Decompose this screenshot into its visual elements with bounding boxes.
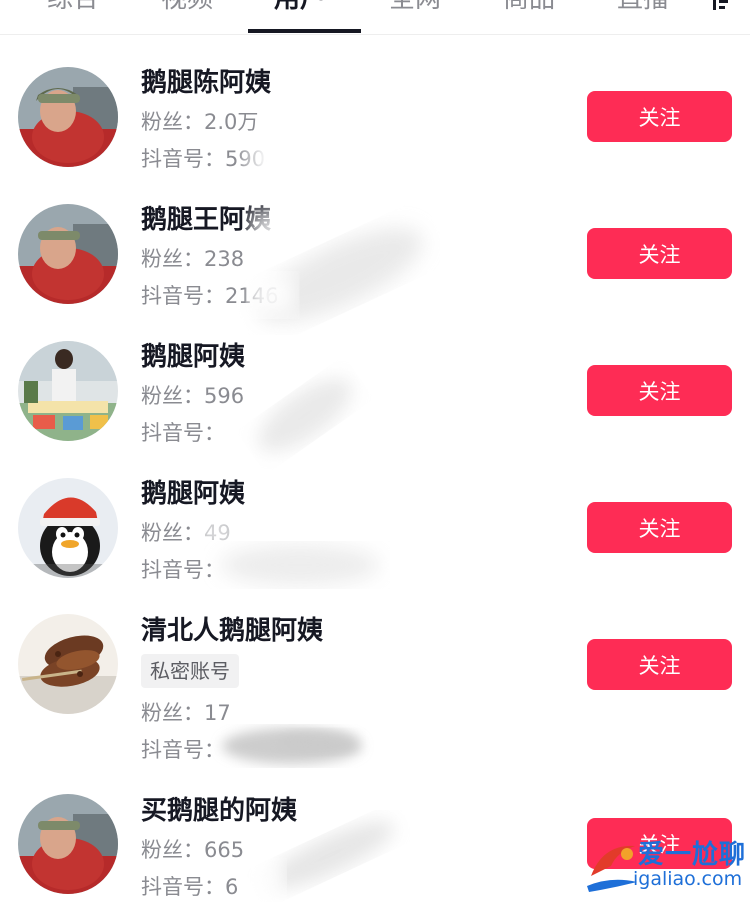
watermark-url: igaliao.com	[633, 868, 743, 890]
douyin-id: 抖音号：	[141, 421, 225, 445]
follow-button[interactable]: 关注	[587, 228, 732, 279]
fans-count: 粉丝：2.0万	[141, 110, 259, 134]
douyin-id: 抖音号：	[141, 558, 225, 582]
id-blur	[258, 378, 352, 452]
tab-live[interactable]: 直播	[617, 0, 669, 16]
follow-button[interactable]: 关注	[587, 365, 732, 416]
tab-users[interactable]: 用户	[274, 0, 326, 16]
cartoon-penguin-avatar[interactable]	[18, 478, 118, 578]
woman-red-jacket-avatar[interactable]	[18, 204, 118, 304]
fans-count: 粉丝：665	[141, 838, 245, 862]
tab-videos[interactable]: 视频	[161, 0, 213, 16]
grilled-meat-avatar[interactable]	[18, 614, 118, 714]
user-name[interactable]: 清北人鹅腿阿姨	[141, 610, 323, 647]
user-name[interactable]: 鹅腿王阿姨	[141, 199, 271, 236]
fans-count: 粉丝：238	[141, 247, 245, 271]
active-tab-indicator	[248, 29, 361, 33]
watermark-text: 爱一尬聊	[638, 840, 747, 870]
douyin-id: 抖音号：5904	[141, 147, 279, 171]
user-name[interactable]: 鹅腿陈阿姨	[141, 62, 271, 99]
tab-products[interactable]: 商品	[503, 0, 555, 16]
follow-button[interactable]: 关注	[587, 502, 732, 553]
tab-comprehensive[interactable]: 综合	[47, 0, 99, 16]
site-watermark: 爱一尬聊 igaliao.com	[583, 832, 748, 898]
user-name[interactable]: 鹅腿阿姨	[141, 336, 245, 373]
douyin-id: 抖音号：2146	[141, 284, 279, 308]
user-name[interactable]: 鹅腿阿姨	[141, 473, 245, 510]
id-blur	[195, 515, 380, 585]
user-name[interactable]: 买鹅腿的阿姨	[141, 790, 297, 827]
douyin-id: 抖音号：6	[141, 875, 239, 899]
follow-button[interactable]: 关注	[587, 639, 732, 690]
private-account-tag: 私密账号	[141, 654, 239, 688]
woman-red-jacket-avatar[interactable]	[18, 67, 118, 167]
fans-count: 粉丝：17	[141, 701, 231, 725]
search-tab-bar: 综合 视频 用户 全网 商品 直播	[0, 0, 750, 35]
filter-icon[interactable]	[712, 0, 730, 12]
follow-button[interactable]: 关注	[587, 91, 732, 142]
tab-web[interactable]: 全网	[389, 0, 441, 16]
woman-red-jacket-avatar[interactable]	[18, 794, 118, 894]
fans-count: 粉丝：596	[141, 384, 245, 408]
id-blur	[222, 728, 362, 764]
fans-count: 粉丝：49	[141, 521, 231, 545]
douyin-id: 抖音号：	[141, 738, 225, 762]
woman-at-stall-avatar[interactable]	[18, 341, 118, 441]
